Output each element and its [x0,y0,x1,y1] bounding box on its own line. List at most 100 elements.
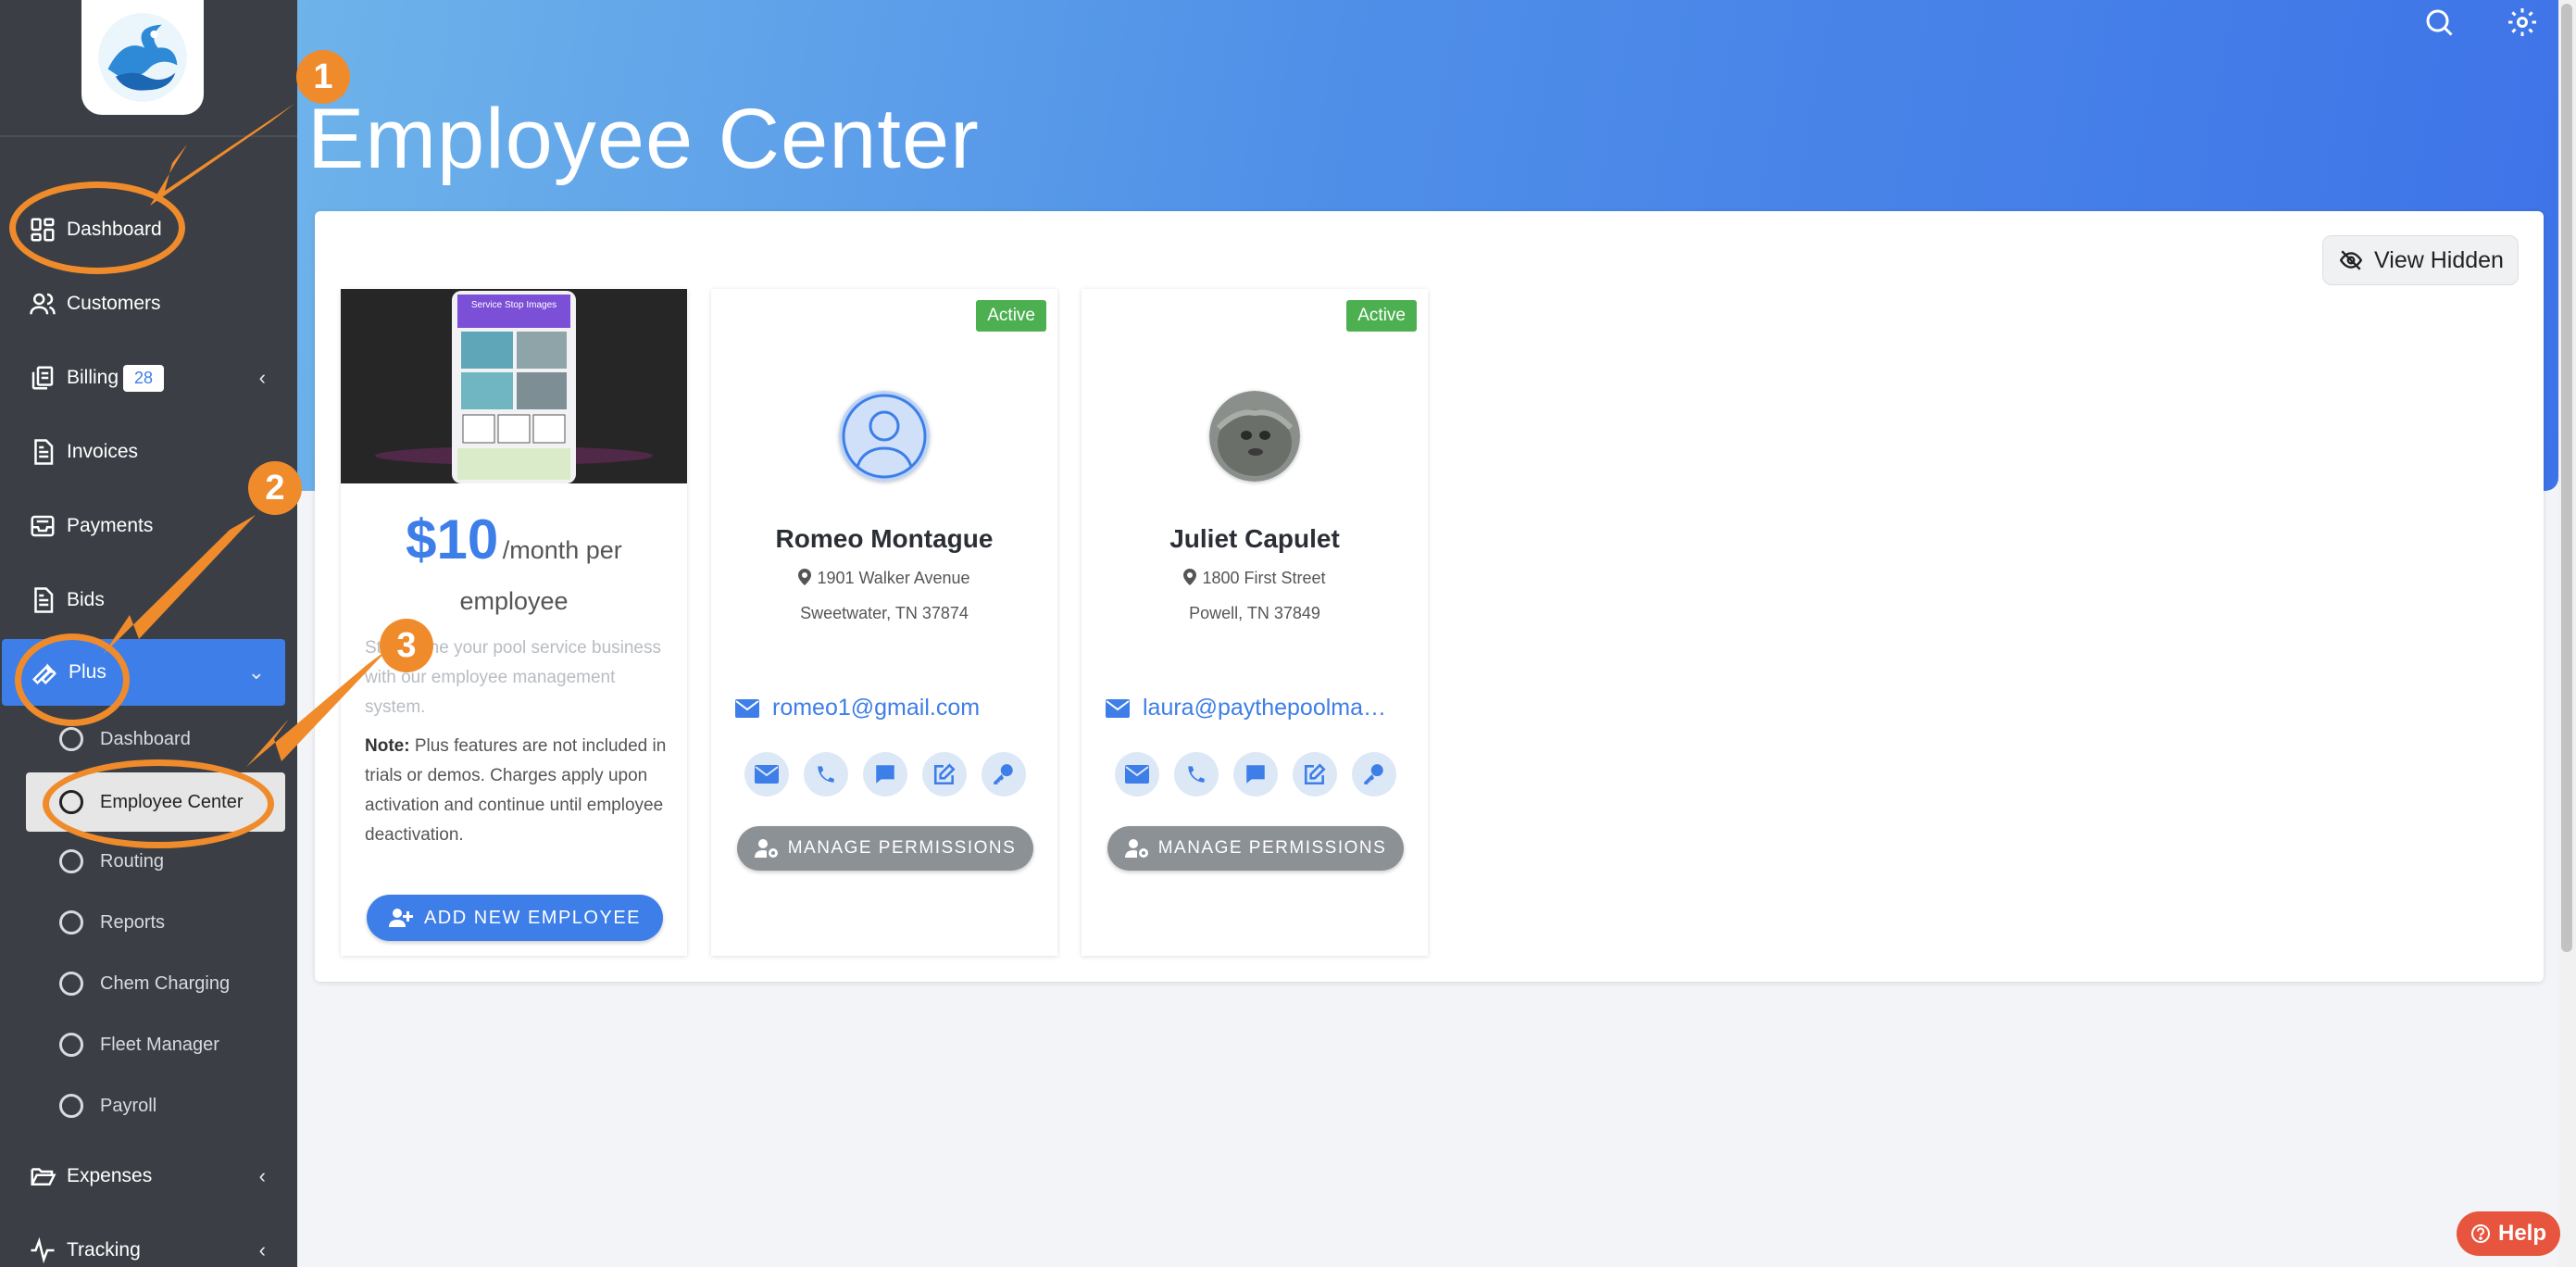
employee-email[interactable]: romeo1@gmail.com [772,695,980,721]
circle-icon [59,910,83,935]
manage-permissions-label: MANAGE PERMISSIONS [1157,838,1387,858]
employee-card: Active Juliet Capulet 1800 First Street … [1082,289,1428,956]
sidebar-subitem-label: Dashboard [100,728,191,749]
promo-image-title: Service Stop Images [471,300,556,310]
help-button[interactable]: Help [2457,1211,2560,1256]
sidebar-subitem-label: Reports [100,911,166,933]
sidebar-item-label: Tracking [67,1239,141,1261]
chevron-left-icon: ‹ [258,1238,266,1261]
sidebar-subitem-label: Chem Charging [100,972,231,994]
chevron-left-icon: ‹ [258,366,266,389]
key-icon [1364,764,1383,784]
employee-name: Juliet Capulet [1169,524,1340,553]
price-period: /month per [502,536,622,564]
key-icon [994,764,1013,784]
status-badge: Active [976,300,1046,332]
circle-icon [59,849,83,873]
key-action-button[interactable] [1352,752,1396,797]
edit-icon [933,763,956,785]
annotation-ring [43,759,274,848]
sidebar-item-customers[interactable]: Customers [0,270,297,337]
eye-slash-icon [2339,250,2363,270]
call-action-button[interactable] [804,752,848,797]
employee-email[interactable]: laura@paythepoolma… [1143,695,1386,721]
employee-address-line1: 1901 Walker Avenue [711,569,1057,588]
billing-icon [28,363,57,393]
view-hidden-label: View Hidden [2374,246,2504,273]
sidebar-item-expenses[interactable]: Expenses ‹ [0,1143,297,1210]
email-action-button[interactable] [744,752,789,797]
envelope-icon [1125,765,1149,784]
call-action-button[interactable] [1174,752,1219,797]
promo-image: Service Stop Images [341,289,687,483]
employee-address-line2: Sweetwater, TN 37874 [800,604,969,622]
billing-count-badge: 28 [123,365,165,392]
page-scrollbar[interactable] [2558,0,2576,1267]
sidebar-subitem-reports[interactable]: Reports [0,893,297,952]
manage-permissions-button[interactable]: MANAGE PERMISSIONS [737,826,1033,871]
envelope-icon [1106,698,1130,718]
sidebar-item-label: Payments [67,515,154,536]
edit-icon [1304,763,1326,785]
note-text: Plus features are not included in trials… [365,736,667,845]
employee-actions [1115,752,1396,797]
invoice-icon [28,437,57,467]
sidebar-subitem-chem-charging[interactable]: Chem Charging [0,954,297,1013]
edit-action-button[interactable] [1293,752,1337,797]
user-plus-icon [388,909,413,927]
employee-email-link[interactable]: romeo1@gmail.com [735,695,1041,721]
circle-icon [59,727,83,751]
address-line1-text: 1901 Walker Avenue [817,569,970,587]
view-hidden-button[interactable]: View Hidden [2322,235,2519,285]
app-logo[interactable] [81,0,204,115]
sidebar-item-label: Billing [67,367,119,388]
chevron-left-icon: ‹ [258,1164,266,1187]
address-line1-text: 1800 First Street [1202,569,1326,587]
promo-note: Note: Plus features are not included in … [365,732,670,850]
chat-icon [876,765,894,784]
sidebar-item-bids[interactable]: Bids [0,567,297,634]
sidebar-item-billing[interactable]: Billing 28 ‹ [0,345,297,411]
sidebar-subitem-label: Fleet Manager [100,1034,219,1055]
employee-name: Romeo Montague [775,524,994,553]
message-action-button[interactable] [863,752,907,797]
activity-icon [28,1236,57,1265]
user-photo [1209,391,1300,482]
add-new-employee-label: ADD NEW EMPLOYEE [423,907,642,928]
sidebar-item-label: Customers [67,293,161,314]
help-label: Help [2497,1221,2546,1246]
key-action-button[interactable] [982,752,1026,797]
status-badge: Active [1346,300,1417,332]
sidebar-item-label: Bids [67,589,105,610]
envelope-icon [735,698,759,718]
manage-permissions-button[interactable]: MANAGE PERMISSIONS [1107,826,1404,871]
inbox-icon [28,511,57,541]
sidebar-item-tracking[interactable]: Tracking ‹ [0,1217,297,1267]
sidebar-divider [0,135,297,137]
add-new-employee-button[interactable]: ADD NEW EMPLOYEE [367,895,663,941]
sidebar-subitem-label: Routing [100,850,164,872]
annotation-ring [9,182,185,274]
gear-icon[interactable] [2506,6,2539,39]
scrollbar-thumb[interactable] [2561,4,2572,952]
sidebar-subitem-fleet-manager[interactable]: Fleet Manager [0,1015,297,1074]
email-action-button[interactable] [1115,752,1159,797]
employee-email-link[interactable]: laura@paythepoolma… [1106,695,1411,721]
employee-card: Active Romeo Montague 1901 Walker Avenue… [711,289,1057,956]
annotation-number: 1 [296,50,350,104]
chat-icon [1246,765,1265,784]
edit-action-button[interactable] [922,752,967,797]
message-action-button[interactable] [1233,752,1278,797]
user-cog-icon [1124,839,1148,858]
manage-permissions-label: MANAGE PERMISSIONS [787,838,1017,858]
circle-icon [59,1033,83,1057]
sidebar-item-label: Invoices [67,441,139,462]
sidebar-subitem-payroll[interactable]: Payroll [0,1076,297,1135]
search-icon[interactable] [2422,6,2456,39]
folder-open-icon [28,1161,57,1191]
annotation-number: 3 [380,619,433,672]
phone-icon [818,766,834,783]
envelope-icon [755,765,779,784]
map-pin-icon [1183,569,1197,585]
sidebar-subitem-label: Payroll [100,1095,157,1116]
